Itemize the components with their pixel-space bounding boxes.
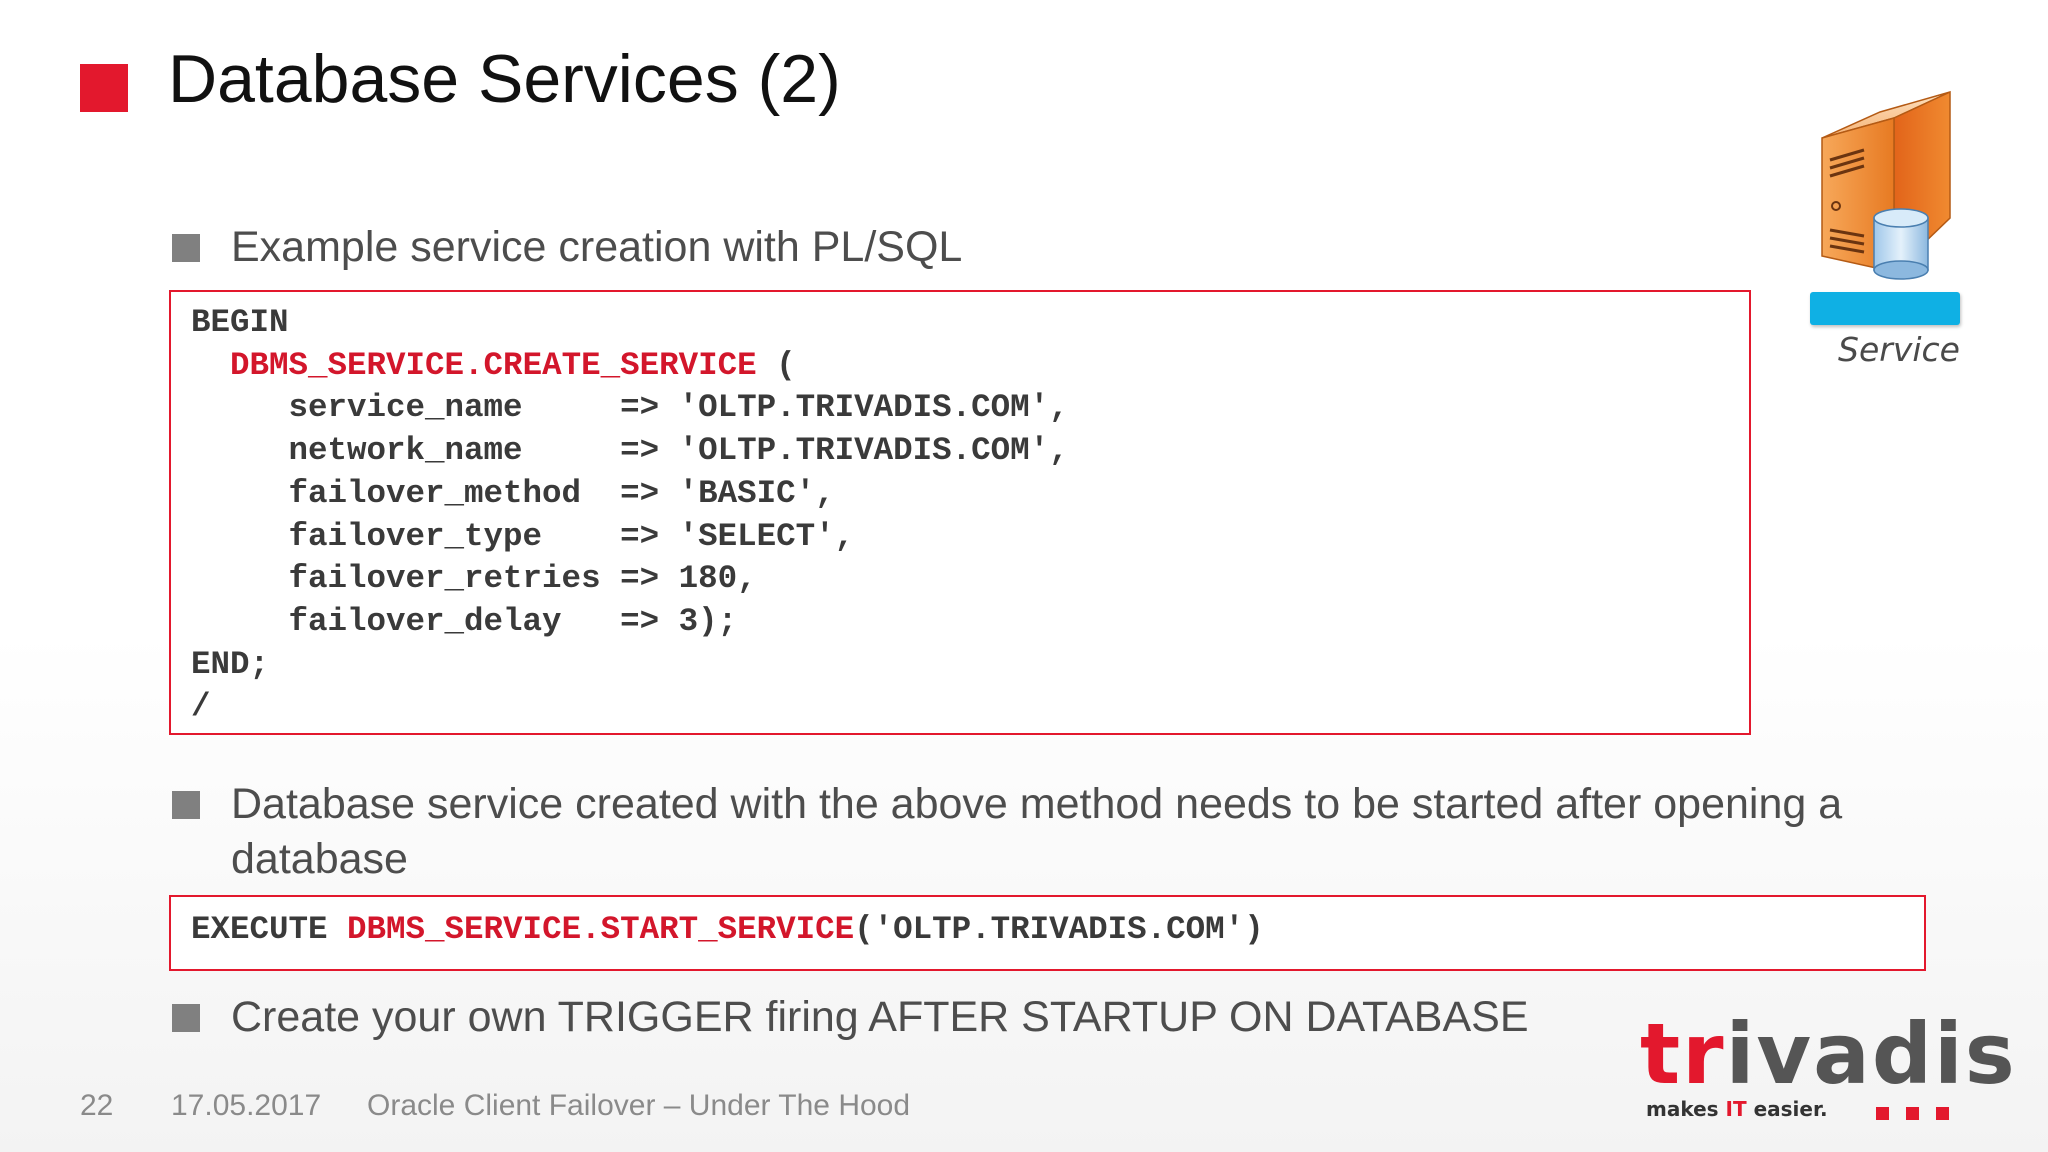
- page-number: 22: [80, 1089, 114, 1122]
- bullet-text-1: Example service creation with PL/SQL: [231, 223, 963, 271]
- code-line: service_name => 'OLTP.TRIVADIS.COM',: [191, 389, 1069, 427]
- logo-wordmark: trivadis: [1640, 1005, 2017, 1103]
- code-line: BEGIN: [191, 304, 289, 341]
- bullet-marker-2: [172, 791, 200, 819]
- bullet-marker-1: [172, 234, 200, 262]
- server-database-icon: [1821, 90, 1951, 280]
- execute-argument: ('OLTP.TRIVADIS.COM'): [854, 911, 1264, 948]
- code-line: failover_retries => 180,: [191, 560, 757, 598]
- footer-date: 17.05.2017: [171, 1089, 322, 1122]
- code-line: END;: [191, 645, 270, 683]
- plsql-code: BEGIN DBMS_SERVICE.CREATE_SERVICE ( serv…: [191, 302, 1069, 729]
- trivadis-logo: trivadis makes IT easier.: [1640, 1009, 2015, 1125]
- code-line: failover_type => 'SELECT',: [191, 517, 855, 555]
- plsql-code-block: BEGIN DBMS_SERVICE.CREATE_SERVICE ( serv…: [169, 290, 1751, 735]
- code-line: /: [191, 688, 211, 726]
- execute-code-block: EXECUTE DBMS_SERVICE.START_SERVICE('OLTP…: [169, 895, 1926, 971]
- slide-title: Database Services (2): [168, 41, 841, 117]
- code-line: failover_method => 'BASIC',: [191, 474, 835, 512]
- bullet-text-3: Create your own TRIGGER firing AFTER STA…: [231, 993, 1529, 1041]
- bullet-marker-3: [172, 1004, 200, 1032]
- code-line: network_name => 'OLTP.TRIVADIS.COM',: [191, 432, 1069, 470]
- code-line: DBMS_SERVICE.CREATE_SERVICE (: [230, 346, 796, 384]
- logo-tagline: makes IT easier.: [1646, 1097, 1828, 1121]
- footer-title: Oracle Client Failover – Under The Hood: [367, 1089, 911, 1122]
- create-service-call: DBMS_SERVICE.CREATE_SERVICE: [230, 346, 757, 384]
- title-marker: [80, 64, 128, 112]
- logo-dot: [1906, 1107, 1919, 1120]
- service-bar: [1810, 292, 1960, 325]
- logo-dot: [1876, 1107, 1889, 1120]
- bullet-text-2: Database service created with the above …: [231, 780, 1843, 883]
- code-line: failover_delay => 3);: [191, 602, 738, 640]
- execute-keyword: EXECUTE: [191, 911, 348, 948]
- logo-dot: [1936, 1107, 1949, 1120]
- service-label: Service: [1838, 330, 1960, 369]
- execute-code: EXECUTE DBMS_SERVICE.START_SERVICE('OLTP…: [191, 909, 1264, 952]
- start-service-call: DBMS_SERVICE.START_SERVICE: [347, 911, 855, 948]
